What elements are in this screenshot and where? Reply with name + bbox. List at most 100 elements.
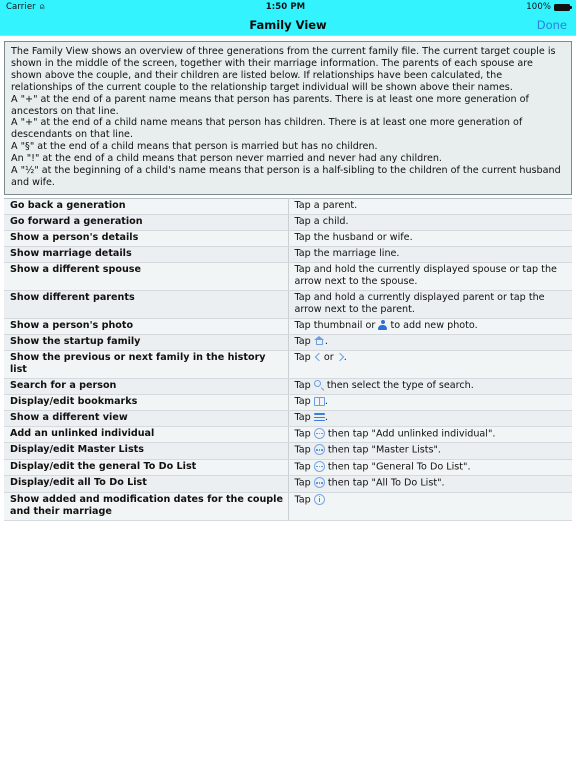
shortcut-howto-cell: Tap then select the type of search.: [288, 378, 572, 395]
status-bar-time: 1:50 PM: [265, 2, 306, 12]
shortcut-howto-cell: Tap the husband or wife.: [288, 230, 572, 247]
shortcut-action-label: Display/edit bookmarks: [4, 394, 289, 411]
shortcut-howto-text: Tap: [294, 444, 311, 456]
shortcut-howto-conjunction: or: [320, 351, 337, 363]
shortcut-howto-text: Tap the husband or wife.: [294, 231, 413, 243]
shortcut-howto-text-suffix: then select the type of search.: [326, 379, 474, 391]
table-row: Search for a person Tap then select the t…: [4, 378, 572, 395]
table-row: Show a different spouse Tap and hold the …: [4, 262, 572, 291]
menu-icon: [313, 413, 325, 422]
description-paragraph: An "!" at the end of a child means that …: [11, 153, 442, 165]
shortcut-action-label: Display/edit all To Do List: [4, 475, 289, 493]
shortcut-howto-text: Tap: [294, 428, 311, 440]
shortcut-howto-text-suffix: then tap "Add unlinked individual".: [327, 428, 496, 440]
shortcut-howto-cell: Tap: [288, 492, 572, 521]
shortcut-howto-text: Tap: [294, 395, 311, 407]
shortcut-howto-cell: Tap thumbnail or to add new photo.: [288, 318, 572, 335]
shortcut-action-label: Show marriage details: [4, 246, 289, 263]
shortcut-howto-text-suffix: .: [324, 395, 328, 407]
shortcut-action-label: Show a person's photo: [4, 318, 289, 335]
navigation-bar: Family View Done: [0, 14, 576, 36]
shortcut-howto-text: Tap a parent.: [294, 199, 358, 211]
wifi-icon: ⍝: [39, 2, 45, 11]
table-row: Add an unlinked individual Tap then tap "…: [4, 426, 572, 444]
shortcut-howto-cell: Tap and hold a currently displayed paren…: [288, 290, 572, 319]
table-row: Show a different view Tap .: [4, 410, 572, 427]
table-row: Show marriage details Tap the marriage li…: [4, 246, 572, 263]
shortcut-howto-text: Tap: [294, 477, 311, 489]
shortcut-howto-text-suffix: .: [324, 335, 328, 347]
more-icon: [313, 477, 325, 489]
shortcut-howto-text-suffix: then tap "Master Lists".: [327, 444, 441, 456]
status-bar: Carrier ⍝ 1:50 PM 100%: [0, 0, 576, 14]
table-row: Display/edit all To Do List Tap then tap …: [4, 475, 572, 493]
done-button[interactable]: Done: [537, 18, 567, 32]
shortcut-howto-cell: Tap the marriage line.: [288, 246, 572, 263]
more-icon: [313, 427, 325, 439]
description-paragraph: A "§" at the end of a child means that p…: [11, 141, 378, 153]
more-icon: [313, 460, 325, 472]
more-icon: [313, 444, 325, 456]
shortcut-action-label: Go forward a generation: [4, 214, 289, 231]
shortcut-howto-text: Tap a child.: [294, 215, 349, 227]
shortcut-action-label: Show a person's details: [4, 230, 289, 247]
shortcuts-table-body: Go back a generation Tap a parent. Go forw…: [4, 198, 572, 521]
shortcut-howto-text: Tap: [294, 461, 311, 473]
battery-full-icon: [554, 3, 572, 11]
page-title: Family View: [249, 17, 327, 32]
shortcut-howto-text: Tap: [294, 335, 311, 347]
shortcut-howto-text: Tap thumbnail or: [294, 319, 376, 331]
table-row: Go forward a generation Tap a child.: [4, 214, 572, 231]
shortcut-action-label: Display/edit Master Lists: [4, 442, 289, 460]
table-row: Display/edit bookmarks Tap .: [4, 394, 572, 411]
description-paragraph: A "+" at the end of a child name means t…: [11, 117, 523, 141]
shortcut-action-label: Show added and modification dates for th…: [4, 492, 289, 521]
shortcut-howto-cell: Tap then tap "Add unlinked individual".: [288, 426, 572, 444]
table-row: Show different parents Tap and hold a cur…: [4, 290, 572, 319]
status-bar-right: 100%: [526, 2, 572, 12]
description-paragraph: A "+" at the end of a parent name means …: [11, 93, 529, 117]
shortcut-action-label: Show a different view: [4, 410, 289, 427]
chevron-left-icon: [314, 352, 321, 362]
table-row: Show a person's photo Tap thumbnail or to…: [4, 318, 572, 335]
shortcut-howto-text-suffix: to add new photo.: [390, 319, 478, 331]
shortcut-howto-text: Tap and hold a currently displayed paren…: [294, 291, 545, 315]
shortcut-howto-text-suffix: then tap "All To Do List".: [327, 477, 445, 489]
description-paragraph: A "½" at the beginning of a child's name…: [11, 165, 561, 188]
shortcut-action-label: Add an unlinked individual: [4, 426, 289, 444]
shortcut-action-label: Search for a person: [4, 378, 289, 395]
shortcut-howto-cell: Tap a parent.: [288, 198, 572, 215]
status-bar-left: Carrier ⍝: [6, 2, 45, 12]
carrier-label: Carrier: [6, 2, 36, 12]
home-icon: [314, 335, 325, 346]
shortcut-howto-cell: Tap .: [288, 410, 572, 427]
shortcut-howto-text: Tap the marriage line.: [294, 247, 400, 259]
shortcut-action-label: Go back a generation: [4, 198, 289, 215]
shortcut-howto-cell: Tap and hold the currently displayed spo…: [288, 262, 572, 291]
shortcut-howto-cell: Tap then tap "General To Do List".: [288, 459, 572, 477]
shortcut-howto-text: Tap: [294, 379, 311, 391]
battery-percent-label: 100%: [526, 2, 551, 12]
table-row: Display/edit Master Lists Tap then tap "M…: [4, 442, 572, 460]
description-panel: The Family View shows an overview of thr…: [4, 41, 572, 195]
shortcut-howto-cell: Tap .: [288, 334, 572, 351]
table-row: Show a person's details Tap the husband o…: [4, 230, 572, 247]
table-row: Go back a generation Tap a parent.: [4, 198, 572, 215]
shortcut-action-label: Display/edit the general To Do List: [4, 459, 289, 477]
shortcut-howto-cell: Tap a child.: [288, 214, 572, 231]
search-icon: [314, 380, 324, 391]
shortcut-howto-cell: Tap then tap "All To Do List".: [288, 475, 572, 493]
shortcut-howto-cell: Tap or .: [288, 350, 572, 379]
shortcut-action-label: Show a different spouse: [4, 262, 289, 291]
shortcut-howto-text: Tap and hold the currently displayed spo…: [294, 263, 557, 287]
shortcut-howto-text-suffix: then tap "General To Do List".: [327, 461, 471, 473]
book-icon: [313, 396, 325, 406]
shortcut-howto-text-suffix: .: [324, 411, 328, 423]
shortcut-howto-text: Tap: [294, 351, 311, 363]
shortcut-howto-text: Tap: [294, 494, 311, 506]
shortcut-action-label: Show the previous or next family in the …: [4, 350, 289, 379]
shortcut-howto-cell: Tap then tap "Master Lists".: [288, 442, 572, 460]
shortcut-action-label: Show the startup family: [4, 334, 289, 351]
info-icon: [313, 493, 325, 505]
shortcut-howto-text-suffix: .: [343, 351, 347, 363]
